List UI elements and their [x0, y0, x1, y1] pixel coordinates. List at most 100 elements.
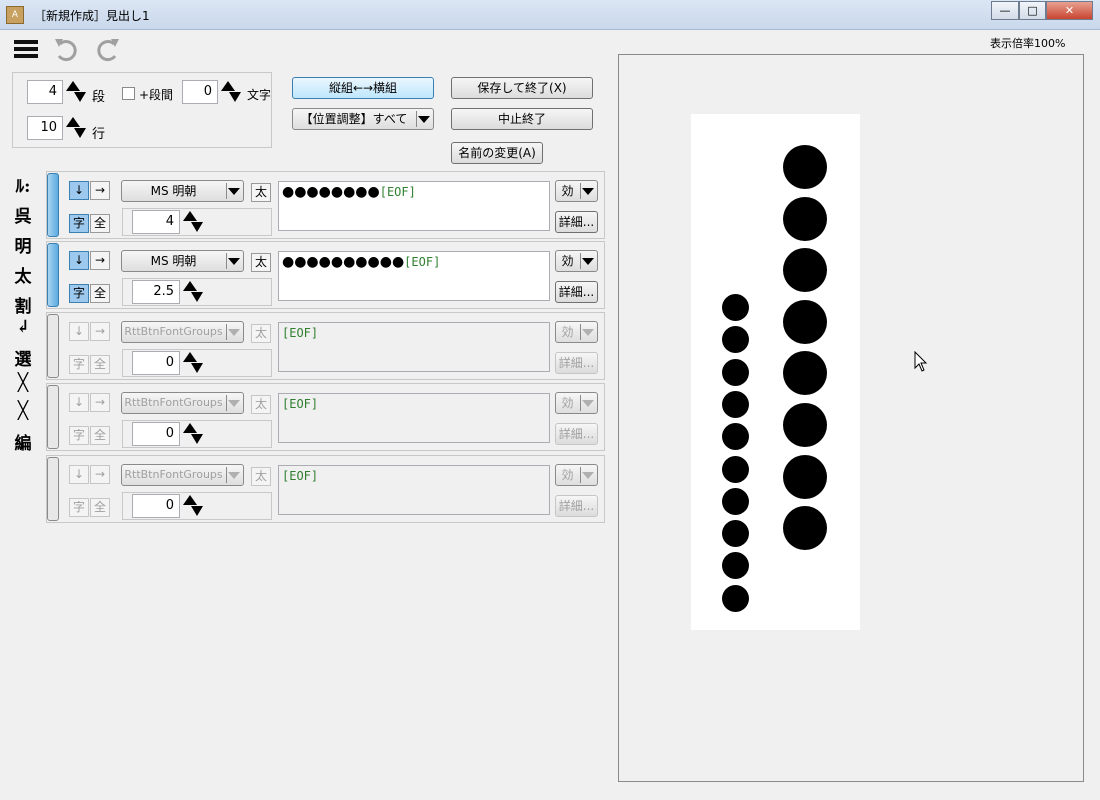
detail-button[interactable]: 詳細... — [555, 281, 598, 303]
detail-button[interactable]: 詳細... — [555, 211, 598, 233]
chars-input[interactable]: 0 — [182, 80, 218, 104]
minimize-button[interactable]: — — [991, 1, 1019, 20]
text-input[interactable]: ●●●●●●●●●●[EOF] — [278, 251, 550, 301]
direction-down-button[interactable]: ↓ — [69, 393, 89, 412]
chars-spinner[interactable] — [219, 80, 243, 104]
size-spinner[interactable] — [181, 422, 205, 446]
size-spinner[interactable] — [181, 280, 205, 304]
columns-input[interactable]: 4 — [27, 80, 63, 104]
all-unit-button[interactable]: 全 — [90, 214, 110, 233]
chevron-down-icon — [580, 183, 595, 199]
lines-input[interactable]: 10 — [27, 116, 63, 140]
row-drag-handle[interactable] — [47, 243, 59, 307]
size-input[interactable]: 4 — [132, 210, 180, 234]
size-input[interactable]: 0 — [132, 494, 180, 518]
text-content: ●●●●●●●●●● — [282, 254, 405, 270]
maximize-button[interactable]: □ — [1019, 1, 1046, 20]
all-unit-button[interactable]: 全 — [90, 284, 110, 303]
direction-right-button[interactable]: → — [90, 181, 110, 200]
detail-button[interactable]: 詳細... — [555, 495, 598, 517]
size-input[interactable]: 2.5 — [132, 280, 180, 304]
detail-button[interactable]: 詳細... — [555, 352, 598, 374]
detail-button[interactable]: 詳細... — [555, 423, 598, 445]
char-unit-button[interactable]: 字 — [69, 214, 89, 233]
effect-select[interactable]: 効 — [555, 321, 598, 343]
cross-icon[interactable]: ╳ — [11, 373, 35, 401]
sidebar-tool-edit[interactable]: 編 — [11, 429, 35, 457]
bold-button[interactable]: 太 — [251, 395, 271, 414]
text-input[interactable]: [EOF] — [278, 465, 550, 515]
text-input[interactable]: [EOF] — [278, 322, 550, 372]
text-input[interactable]: [EOF] — [278, 393, 550, 443]
font-select[interactable]: RttBtnFontGroups — [121, 392, 244, 414]
sidebar-tool-font-mincho[interactable]: 明 — [11, 232, 35, 262]
size-input[interactable]: 0 — [132, 351, 180, 375]
app-icon[interactable]: A — [6, 6, 24, 24]
sidebar-tool-split[interactable]: 割 — [11, 292, 35, 317]
effect-select[interactable]: 効 — [555, 464, 598, 486]
save-exit-button[interactable]: 保存して終了(X) — [451, 77, 593, 99]
chars-label: 文字 — [247, 88, 272, 102]
undo-icon[interactable] — [52, 36, 82, 64]
redo-icon[interactable] — [92, 36, 122, 64]
char-unit-button[interactable]: 字 — [69, 426, 89, 445]
font-select[interactable]: MS 明朝 — [121, 180, 244, 202]
all-unit-button[interactable]: 全 — [90, 355, 110, 374]
direction-right-button[interactable]: → — [90, 465, 110, 484]
direction-down-button[interactable]: ↓ — [69, 251, 89, 270]
chevron-down-icon — [580, 253, 595, 269]
return-icon[interactable]: ↲ — [11, 317, 35, 345]
bold-button[interactable]: 太 — [251, 183, 271, 202]
direction-down-button[interactable]: ↓ — [69, 181, 89, 200]
mouse-cursor-icon — [914, 351, 928, 372]
chevron-down-icon — [580, 467, 595, 483]
direction-down-button[interactable]: ↓ — [69, 322, 89, 341]
cancel-exit-button[interactable]: 中止終了 — [451, 108, 593, 130]
row-drag-handle[interactable] — [47, 385, 59, 449]
eof-marker: [EOF] — [282, 397, 319, 411]
position-adjust-select[interactable]: 【位置調整】すべて — [292, 108, 434, 130]
size-spinner[interactable] — [181, 494, 205, 518]
row-drag-handle[interactable] — [47, 314, 59, 378]
all-unit-button[interactable]: 全 — [90, 426, 110, 445]
lines-spinner[interactable] — [64, 116, 88, 140]
columns-spinner[interactable] — [64, 80, 88, 104]
direction-right-button[interactable]: → — [90, 322, 110, 341]
all-unit-button[interactable]: 全 — [90, 498, 110, 517]
font-select[interactable]: MS 明朝 — [121, 250, 244, 272]
char-unit-button[interactable]: 字 — [69, 284, 89, 303]
hamburger-icon[interactable] — [14, 38, 38, 60]
direction-right-button[interactable]: → — [90, 393, 110, 412]
char-unit-button[interactable]: 字 — [69, 498, 89, 517]
font-select[interactable]: RttBtnFontGroups — [121, 321, 244, 343]
row-drag-handle[interactable] — [47, 457, 59, 521]
preview-glyph-small — [722, 584, 749, 612]
bold-button[interactable]: 太 — [251, 253, 271, 272]
effect-select[interactable]: 効 — [555, 250, 598, 272]
direction-right-button[interactable]: → — [90, 251, 110, 270]
text-input[interactable]: ●●●●●●●●[EOF] — [278, 181, 550, 231]
preview-glyph-small — [722, 423, 749, 451]
sidebar-tool-select[interactable]: 選 — [11, 345, 35, 373]
rename-button[interactable]: 名前の変更(A) — [451, 142, 543, 164]
gap-checkbox-label: +段間 — [139, 88, 174, 102]
direction-down-button[interactable]: ↓ — [69, 465, 89, 484]
bold-button[interactable]: 太 — [251, 467, 271, 486]
eof-marker: [EOF] — [379, 185, 416, 199]
bold-button[interactable]: 太 — [251, 324, 271, 343]
font-select[interactable]: RttBtnFontGroups — [121, 464, 244, 486]
size-spinner[interactable] — [181, 210, 205, 234]
sidebar-tool-bold[interactable]: 太 — [11, 262, 35, 292]
size-input[interactable]: 0 — [132, 422, 180, 446]
sidebar-tool-font-kure[interactable]: 呉 — [11, 202, 35, 232]
cross-bold-icon[interactable]: ╳ — [11, 401, 35, 429]
row-drag-handle[interactable] — [47, 173, 59, 237]
gap-checkbox[interactable] — [122, 87, 135, 100]
orientation-toggle-button[interactable]: 縦組←→横組 — [292, 77, 434, 99]
effect-select[interactable]: 効 — [555, 392, 598, 414]
size-spinner[interactable] — [181, 351, 205, 375]
effect-select[interactable]: 効 — [555, 180, 598, 202]
sidebar-tool-ruby[interactable]: ﾙ: — [11, 172, 35, 202]
char-unit-button[interactable]: 字 — [69, 355, 89, 374]
close-button[interactable]: ✕ — [1046, 1, 1093, 20]
